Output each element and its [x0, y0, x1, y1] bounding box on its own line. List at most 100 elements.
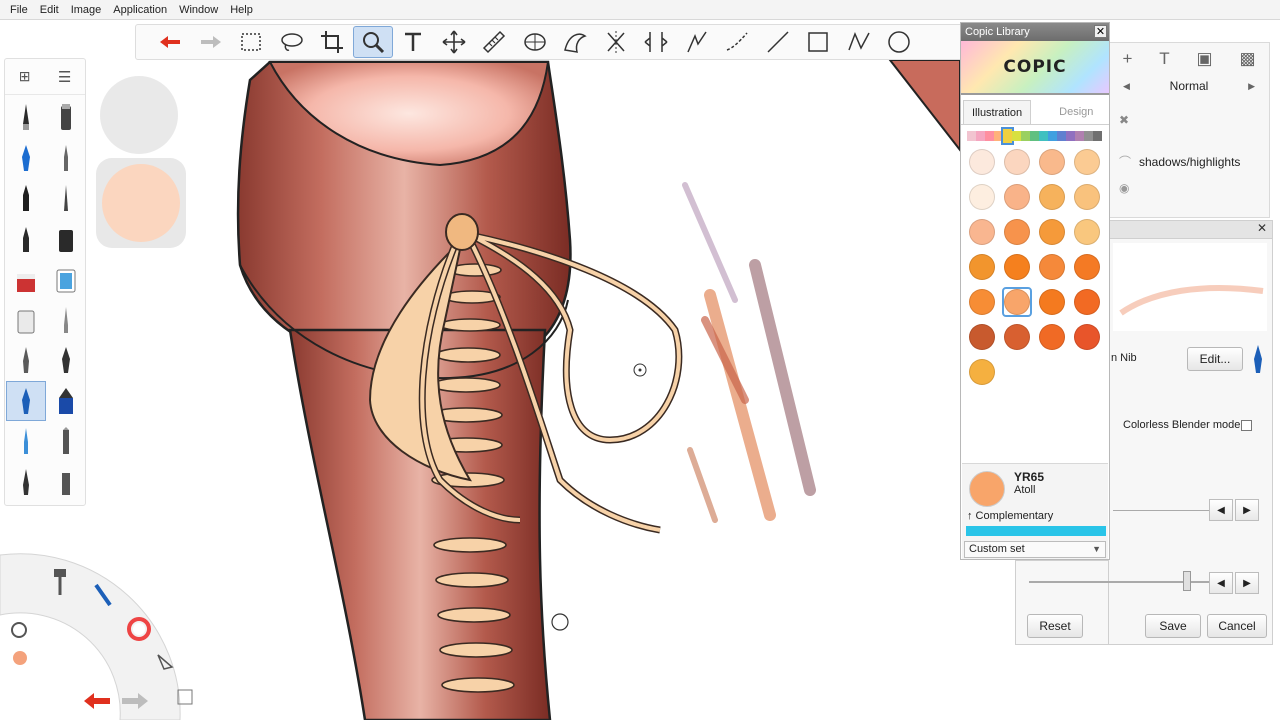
opacity-slider-track[interactable] [1029, 581, 1209, 583]
eraser-brush[interactable] [46, 462, 86, 503]
hue-chip[interactable] [985, 131, 994, 141]
undo-icon[interactable] [150, 26, 191, 58]
rect-select-icon[interactable] [231, 26, 272, 58]
hue-strip[interactable] [961, 125, 1109, 147]
redo-icon[interactable] [191, 26, 232, 58]
tab-illustration[interactable]: Illustration [963, 100, 1032, 124]
color-swatch[interactable] [1004, 219, 1030, 245]
menu-application[interactable]: Application [107, 0, 173, 20]
color-swatch[interactable] [969, 184, 995, 210]
chisel-marker-brush[interactable] [46, 219, 86, 260]
hue-chip[interactable] [1012, 131, 1021, 141]
eye-icon[interactable]: ◉ [1119, 181, 1129, 195]
ruler-icon[interactable] [474, 26, 515, 58]
color-swatch[interactable] [1039, 254, 1065, 280]
lagoon-color-dot[interactable] [13, 651, 27, 665]
layer-thumbnail[interactable]: ⌒ [1119, 153, 1139, 170]
copic-marker-brush[interactable] [6, 380, 46, 421]
hue-chip[interactable] [1066, 131, 1075, 141]
french-curve-icon[interactable] [555, 26, 596, 58]
polyline-icon[interactable] [839, 26, 880, 58]
ballpoint-brush[interactable] [6, 178, 46, 219]
color-swatch[interactable] [1074, 324, 1100, 350]
color-swatch[interactable] [969, 289, 995, 315]
size-slider[interactable] [1113, 497, 1209, 511]
hue-chip[interactable] [1048, 131, 1057, 141]
color-swatch[interactable] [969, 254, 995, 280]
layer-hidden-icon[interactable]: ✖ [1119, 113, 1129, 127]
menu-window[interactable]: Window [173, 0, 224, 20]
menu-image[interactable]: Image [65, 0, 108, 20]
paint-brush[interactable] [46, 340, 86, 381]
opacity-increase-button[interactable]: ▶ [1235, 572, 1259, 594]
menu-file[interactable]: File [4, 0, 34, 20]
hue-chip[interactable] [1039, 131, 1048, 141]
wet-brush[interactable] [6, 421, 46, 462]
add-layer-icon[interactable]: + [1122, 49, 1132, 69]
color-swatch[interactable] [1074, 219, 1100, 245]
hue-chip[interactable] [976, 131, 985, 141]
add-text-layer-icon[interactable]: T [1159, 49, 1169, 69]
complementary-color-bar[interactable] [966, 526, 1106, 536]
hue-chip[interactable] [1021, 131, 1030, 141]
hue-chip[interactable] [1084, 131, 1093, 141]
edit-nib-button[interactable]: Edit... [1187, 347, 1243, 371]
chisel-brush[interactable] [46, 381, 86, 422]
colorless-blender-checkbox[interactable] [1241, 420, 1252, 431]
hue-chip[interactable] [1075, 131, 1084, 141]
color-swatch[interactable] [1039, 149, 1065, 175]
blend-next-icon[interactable]: ▶ [1248, 81, 1255, 92]
color-swatch[interactable] [969, 324, 995, 350]
text-icon[interactable] [393, 26, 434, 58]
color-swatch[interactable] [1074, 254, 1100, 280]
smudge-brush[interactable] [6, 462, 46, 503]
crop-icon[interactable] [312, 26, 353, 58]
color-swatch[interactable] [1074, 289, 1100, 315]
cancel-button[interactable]: Cancel [1207, 614, 1267, 638]
color-swatch[interactable] [1004, 184, 1030, 210]
symmetry-icon[interactable] [596, 26, 637, 58]
lagoon-undo-icon[interactable] [84, 693, 110, 709]
color-swatch[interactable] [1004, 324, 1030, 350]
color-swatch[interactable] [969, 359, 995, 385]
blender-brush[interactable] [46, 421, 86, 462]
lasso-icon[interactable] [272, 26, 313, 58]
synthetic-brush[interactable] [6, 340, 46, 381]
marker-brush[interactable] [46, 97, 86, 138]
distort-icon[interactable] [636, 26, 677, 58]
curve-icon[interactable] [717, 26, 758, 58]
ellipse-icon[interactable] [879, 26, 920, 58]
technical-pen-brush[interactable] [46, 178, 86, 219]
tab-design[interactable]: Design [1051, 100, 1101, 124]
puck-color-swatch-top[interactable] [100, 76, 178, 154]
lock-layer-icon[interactable]: ▩ [1239, 49, 1255, 69]
felt-tip-brush[interactable] [6, 219, 46, 260]
complementary-label[interactable]: ↑ Complementary [967, 510, 1053, 522]
paint-can-brush[interactable] [6, 300, 46, 341]
color-swatch[interactable] [1074, 149, 1100, 175]
blend-prev-icon[interactable]: ◀ [1123, 81, 1130, 92]
menu-edit[interactable]: Edit [34, 0, 65, 20]
line-icon[interactable] [758, 26, 799, 58]
ink-pen-brush[interactable] [6, 138, 46, 179]
reset-button[interactable]: Reset [1027, 614, 1083, 638]
layer-name[interactable]: shadows/highlights [1139, 155, 1240, 169]
close-brush-panel-icon[interactable]: ✕ [1255, 222, 1269, 236]
hue-chip[interactable] [1001, 127, 1014, 145]
puck-color-swatch-bottom[interactable] [102, 164, 180, 242]
rectangle-icon[interactable] [798, 26, 839, 58]
add-image-layer-icon[interactable]: ▣ [1197, 49, 1213, 69]
color-swatch[interactable] [969, 219, 995, 245]
save-button[interactable]: Save [1145, 614, 1201, 638]
color-swatch[interactable] [1004, 254, 1030, 280]
color-swatch[interactable] [1074, 184, 1100, 210]
color-swatch[interactable] [1039, 289, 1065, 315]
fill-tool-brush[interactable] [46, 259, 86, 300]
ellipse-guide-icon[interactable] [515, 26, 556, 58]
blend-mode-label[interactable]: Normal [1170, 79, 1209, 93]
color-swatch[interactable] [1039, 184, 1065, 210]
size-decrease-button[interactable]: ◀ [1209, 499, 1233, 521]
color-set-dropdown[interactable]: Custom set ▼ [964, 541, 1106, 558]
lagoon-zoom-icon[interactable] [11, 622, 27, 638]
color-swatch[interactable] [1039, 219, 1065, 245]
